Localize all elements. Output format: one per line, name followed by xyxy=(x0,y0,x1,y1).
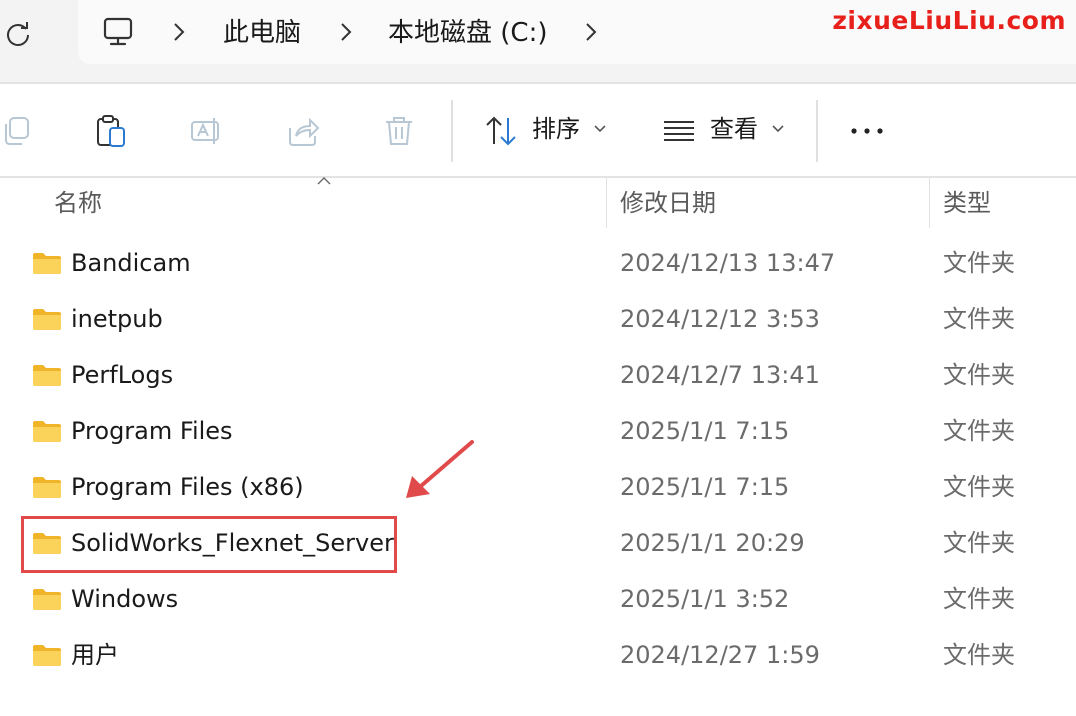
file-modified-date: 2024/12/27 1:59 xyxy=(620,641,820,669)
file-type: 文件夹 xyxy=(943,641,1015,669)
sort-button[interactable]: 排序 xyxy=(532,112,580,146)
file-modified-date: 2025/1/1 7:15 xyxy=(620,417,790,445)
file-type: 文件夹 xyxy=(943,473,1015,501)
chevron-right-icon[interactable] xyxy=(584,20,598,44)
column-header-type[interactable]: 类型 xyxy=(943,186,991,220)
chevron-down-icon[interactable] xyxy=(594,124,606,134)
column-divider[interactable] xyxy=(929,178,930,228)
folder-icon xyxy=(33,309,61,330)
more-options-icon[interactable] xyxy=(850,114,884,148)
highlight-annotation-box xyxy=(21,516,397,573)
paste-icon[interactable] xyxy=(94,114,128,148)
file-type: 文件夹 xyxy=(943,361,1015,389)
column-header-name[interactable]: 名称 xyxy=(54,186,102,220)
file-modified-date: 2025/1/1 3:52 xyxy=(620,585,790,613)
toolbar-separator xyxy=(451,100,453,162)
file-name: Program Files (x86) xyxy=(71,473,304,501)
chevron-right-icon[interactable] xyxy=(172,20,186,44)
share-icon[interactable] xyxy=(286,114,320,148)
file-modified-date: 2024/12/12 3:53 xyxy=(620,305,820,333)
file-name: Bandicam xyxy=(71,249,191,277)
file-row[interactable]: 用户 2024/12/27 1:59 文件夹 xyxy=(0,629,1076,685)
file-type: 文件夹 xyxy=(943,529,1015,557)
file-row[interactable]: Program Files 2025/1/1 7:15 文件夹 xyxy=(0,405,1076,461)
file-row[interactable]: Bandicam 2024/12/13 13:47 文件夹 xyxy=(0,237,1076,293)
sort-icon[interactable] xyxy=(484,114,518,148)
file-modified-date: 2025/1/1 20:29 xyxy=(620,529,805,557)
file-type: 文件夹 xyxy=(943,585,1015,613)
folder-icon xyxy=(33,589,61,610)
folder-icon xyxy=(33,645,61,666)
chevron-down-icon[interactable] xyxy=(772,124,784,134)
this-pc-icon[interactable] xyxy=(102,17,134,47)
copy-icon[interactable] xyxy=(0,114,34,148)
file-row[interactable]: Windows 2025/1/1 3:52 文件夹 xyxy=(0,573,1076,629)
column-divider[interactable] xyxy=(606,178,607,228)
watermark: zixueLiuLiu.com xyxy=(832,6,1066,35)
trash-icon[interactable] xyxy=(382,114,416,148)
address-bar-row: 此电脑 本地磁盘 (C:) zixueLiuLiu.com xyxy=(0,0,1076,84)
breadcrumb-this-pc[interactable]: 此电脑 xyxy=(223,16,301,50)
view-list-icon[interactable] xyxy=(662,114,696,148)
file-modified-date: 2025/1/1 7:15 xyxy=(620,473,790,501)
folder-icon xyxy=(33,253,61,274)
command-bar: 排序 查看 xyxy=(0,84,1076,178)
rename-icon[interactable] xyxy=(190,114,224,148)
folder-icon xyxy=(33,365,61,386)
file-name: Windows xyxy=(71,585,179,613)
file-name: PerfLogs xyxy=(71,361,174,389)
breadcrumb-local-disk[interactable]: 本地磁盘 (C:) xyxy=(388,16,547,50)
file-name: Program Files xyxy=(71,417,233,445)
file-name: 用户 xyxy=(71,641,119,669)
file-row[interactable]: PerfLogs 2024/12/7 13:41 文件夹 xyxy=(0,349,1076,405)
file-modified-date: 2024/12/7 13:41 xyxy=(620,361,820,389)
annotation-arrow-icon xyxy=(406,440,474,498)
file-type: 文件夹 xyxy=(943,249,1015,277)
refresh-icon[interactable] xyxy=(4,20,32,48)
sort-ascending-indicator-icon xyxy=(317,177,331,185)
file-row[interactable]: Program Files (x86) 2025/1/1 7:15 文件夹 xyxy=(0,461,1076,517)
folder-icon xyxy=(33,477,61,498)
file-type: 文件夹 xyxy=(943,305,1015,333)
file-modified-date: 2024/12/13 13:47 xyxy=(620,249,836,277)
toolbar-separator xyxy=(816,100,818,162)
column-header-modified[interactable]: 修改日期 xyxy=(620,186,716,220)
file-name: inetpub xyxy=(71,305,163,333)
chevron-right-icon[interactable] xyxy=(339,20,353,44)
file-row[interactable]: inetpub 2024/12/12 3:53 文件夹 xyxy=(0,293,1076,349)
folder-icon xyxy=(33,421,61,442)
file-type: 文件夹 xyxy=(943,417,1015,445)
view-button[interactable]: 查看 xyxy=(710,112,758,146)
